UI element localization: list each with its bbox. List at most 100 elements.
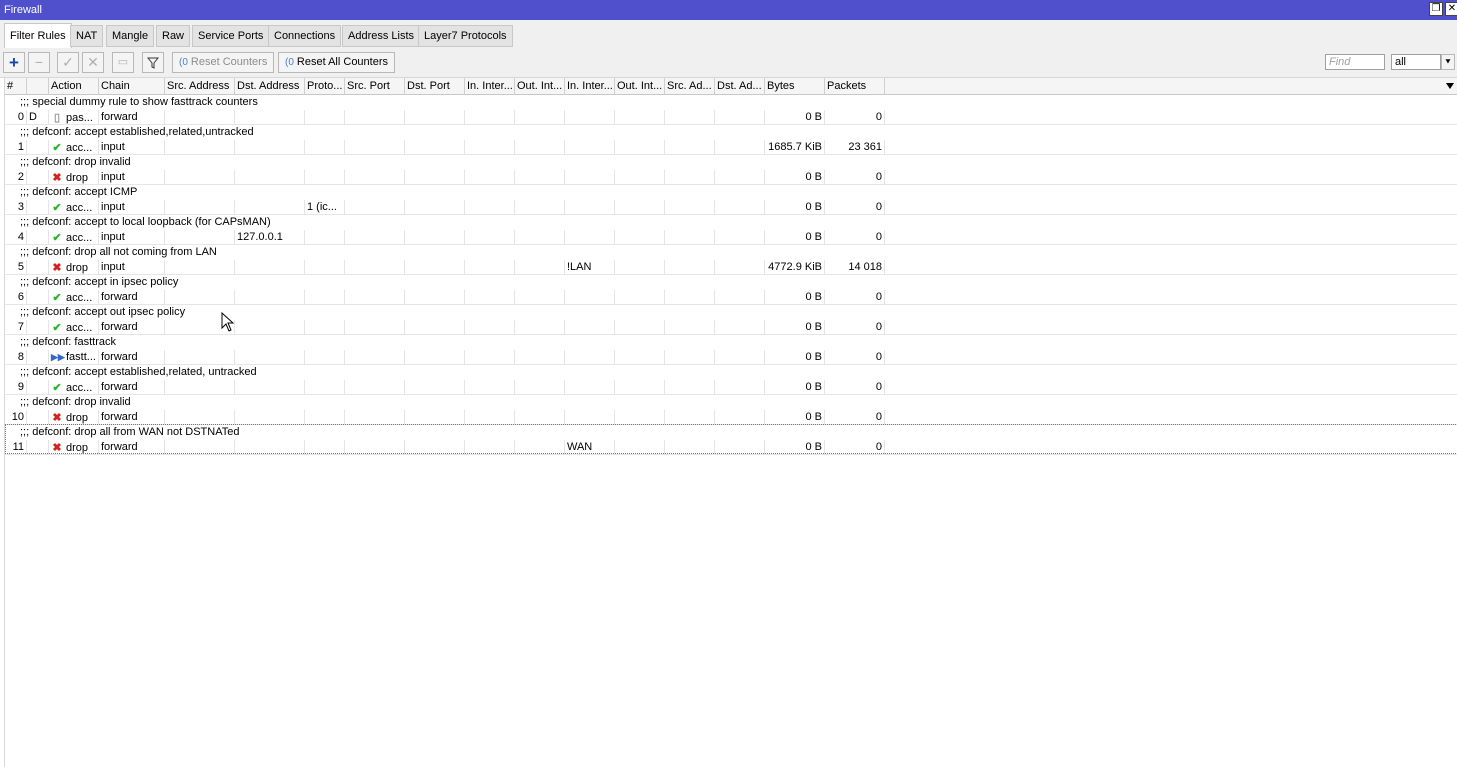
- col-action-header[interactable]: Action: [49, 78, 99, 95]
- rule-comment-row[interactable]: ;;; defconf: accept established,related,…: [5, 365, 1457, 380]
- reset-counters-button[interactable]: (0 Reset Counters: [172, 52, 275, 73]
- rule-dst-address: [235, 110, 305, 125]
- rule-dst-address-list: [715, 170, 765, 185]
- col-flags-header[interactable]: [27, 78, 49, 95]
- close-icon[interactable]: ✕: [1445, 2, 1457, 16]
- rule-number: 9: [5, 380, 27, 395]
- rule-bytes: 0 B: [765, 230, 825, 245]
- rule-comment-row[interactable]: ;;; defconf: drop all not coming from LA…: [5, 245, 1457, 260]
- accept-icon: ✔: [52, 322, 62, 334]
- maximize-icon[interactable]: ❐: [1429, 2, 1443, 16]
- rule-comment-row[interactable]: ;;; defconf: accept established,related,…: [5, 125, 1457, 140]
- rule-action-label: acc...: [66, 322, 93, 334]
- rule-chain: input: [99, 170, 165, 185]
- rule-in-interface: [465, 140, 515, 155]
- rule-bytes: 0 B: [765, 350, 825, 365]
- tab-service-ports[interactable]: Service Ports: [192, 25, 270, 47]
- rule-row[interactable]: 5 ✖ drop input !LAN 4772.9 KiB 14 018: [5, 260, 1457, 275]
- filter-select[interactable]: [1391, 54, 1441, 70]
- rule-bytes: 1685.7 KiB: [765, 140, 825, 155]
- rule-row[interactable]: 3 ✔ acc... input 1 (ic... 0 B0: [5, 200, 1457, 215]
- rule-flag: [27, 350, 49, 365]
- rule-comment-row[interactable]: ;;; defconf: drop invalid: [5, 155, 1457, 170]
- cross-icon[interactable]: ✕: [82, 52, 104, 73]
- rule-dst-address-list: [715, 290, 765, 305]
- rule-out-interface-list: [615, 230, 665, 245]
- rule-row[interactable]: 4 ✔ acc... input 127.0.0.1 0 B0: [5, 230, 1457, 245]
- rule-row[interactable]: 2 ✖ drop input 0 B0: [5, 170, 1457, 185]
- rule-out-interface-list: [615, 260, 665, 275]
- rule-row[interactable]: 1 ✔ acc... input 1685.7 KiB 23 361: [5, 140, 1457, 155]
- reset-icon: (0: [179, 57, 188, 68]
- rule-src-port: [345, 110, 405, 125]
- rule-protocol: [305, 320, 345, 335]
- tab-mangle[interactable]: Mangle: [106, 25, 155, 47]
- rule-comment-row[interactable]: ;;; defconf: accept ICMP: [5, 185, 1457, 200]
- tab-filter-rules[interactable]: Filter Rules: [4, 23, 72, 48]
- rule-out-interface: [515, 110, 565, 125]
- col-packets-header[interactable]: Packets: [825, 78, 885, 95]
- col-dst-address-list-header[interactable]: Dst. Ad...: [715, 78, 765, 95]
- rule-row[interactable]: 8 ▶▶fastt... forward 0 B0: [5, 350, 1457, 365]
- col-src-address-header[interactable]: Src. Address: [165, 78, 235, 95]
- rule-comment-row[interactable]: ;;; defconf: accept to local loopback (f…: [5, 215, 1457, 230]
- col-bytes-header[interactable]: Bytes: [765, 78, 825, 95]
- rule-in-interface-list: [565, 110, 615, 125]
- tab-raw[interactable]: Raw: [156, 25, 191, 47]
- rule-row[interactable]: 9 ✔ acc... forward 0 B0: [5, 380, 1457, 395]
- rule-number: 0: [5, 110, 27, 125]
- rule-comment-row[interactable]: ;;; special dummy rule to show fasttrack…: [5, 95, 1457, 110]
- rule-out-interface: [515, 140, 565, 155]
- rule-comment-row[interactable]: ;;; defconf: accept in ipsec policy: [5, 275, 1457, 290]
- drop-icon: ✖: [52, 412, 62, 424]
- rule-row[interactable]: 0 D ▯ pas... forward 0 B0: [5, 110, 1457, 125]
- rule-bytes: 4772.9 KiB: [765, 260, 825, 275]
- col-src-address-list-header[interactable]: Src. Ad...: [665, 78, 715, 95]
- rule-bytes: 0 B: [765, 170, 825, 185]
- plus-icon[interactable]: +: [3, 52, 25, 73]
- filter-icon[interactable]: [142, 52, 164, 73]
- rule-packets: 0: [825, 290, 885, 305]
- tab-nat[interactable]: NAT: [70, 25, 104, 47]
- rule-action-label: acc...: [66, 232, 93, 244]
- tab-connections[interactable]: Connections: [268, 25, 342, 47]
- reset-all-counters-button[interactable]: (0 Reset All Counters: [278, 52, 396, 73]
- col-out-interface-list-header[interactable]: Out. Int...: [615, 78, 665, 95]
- rule-row[interactable]: 10 ✖ drop forward 0 B0: [5, 410, 1457, 425]
- column-menu-icon[interactable]: [1446, 83, 1454, 89]
- col-protocol-header[interactable]: Proto...: [305, 78, 345, 95]
- rule-packets: 0: [825, 170, 885, 185]
- col-out-interface-header[interactable]: Out. Int...: [515, 78, 565, 95]
- rule-action-label: acc...: [66, 142, 93, 154]
- check-icon[interactable]: ✓: [57, 52, 79, 73]
- col-dst-port-header[interactable]: Dst. Port: [405, 78, 465, 95]
- comment-icon[interactable]: ▭: [112, 52, 134, 73]
- rule-src-address-list: [665, 290, 715, 305]
- minus-icon[interactable]: −: [28, 52, 50, 73]
- col-number-header[interactable]: #: [5, 78, 27, 95]
- rule-packets: 0: [825, 350, 885, 365]
- rule-bytes: 0 B: [765, 380, 825, 395]
- rule-chain: input: [99, 140, 165, 155]
- col-in-interface-list-header[interactable]: In. Inter...: [565, 78, 615, 95]
- col-src-port-header[interactable]: Src. Port: [345, 78, 405, 95]
- rule-in-interface: [465, 410, 515, 425]
- rule-comment-row[interactable]: ;;; defconf: fasttrack: [5, 335, 1457, 350]
- rule-comment-row[interactable]: ;;; defconf: drop invalid: [5, 395, 1457, 410]
- rule-comment: ;;; defconf: accept to local loopback (f…: [20, 216, 271, 228]
- dropdown-arrow-icon[interactable]: ⯆: [1441, 54, 1455, 70]
- tab-address-lists[interactable]: Address Lists: [342, 25, 421, 47]
- rule-out-interface-list: [615, 320, 665, 335]
- col-chain-header[interactable]: Chain: [99, 78, 165, 95]
- find-input[interactable]: [1325, 54, 1385, 70]
- rule-src-address-list: [665, 380, 715, 395]
- col-in-interface-header[interactable]: In. Inter...: [465, 78, 515, 95]
- rule-comment: ;;; defconf: fasttrack: [20, 336, 116, 348]
- tab-layer7-protocols[interactable]: Layer7 Protocols: [418, 25, 513, 47]
- rule-row[interactable]: 6 ✔ acc... forward 0 B0: [5, 290, 1457, 305]
- rule-src-address-list: [665, 200, 715, 215]
- rule-bytes: 0 B: [765, 320, 825, 335]
- rule-packets: 0: [825, 200, 885, 215]
- col-dst-address-header[interactable]: Dst. Address: [235, 78, 305, 95]
- rule-protocol: [305, 110, 345, 125]
